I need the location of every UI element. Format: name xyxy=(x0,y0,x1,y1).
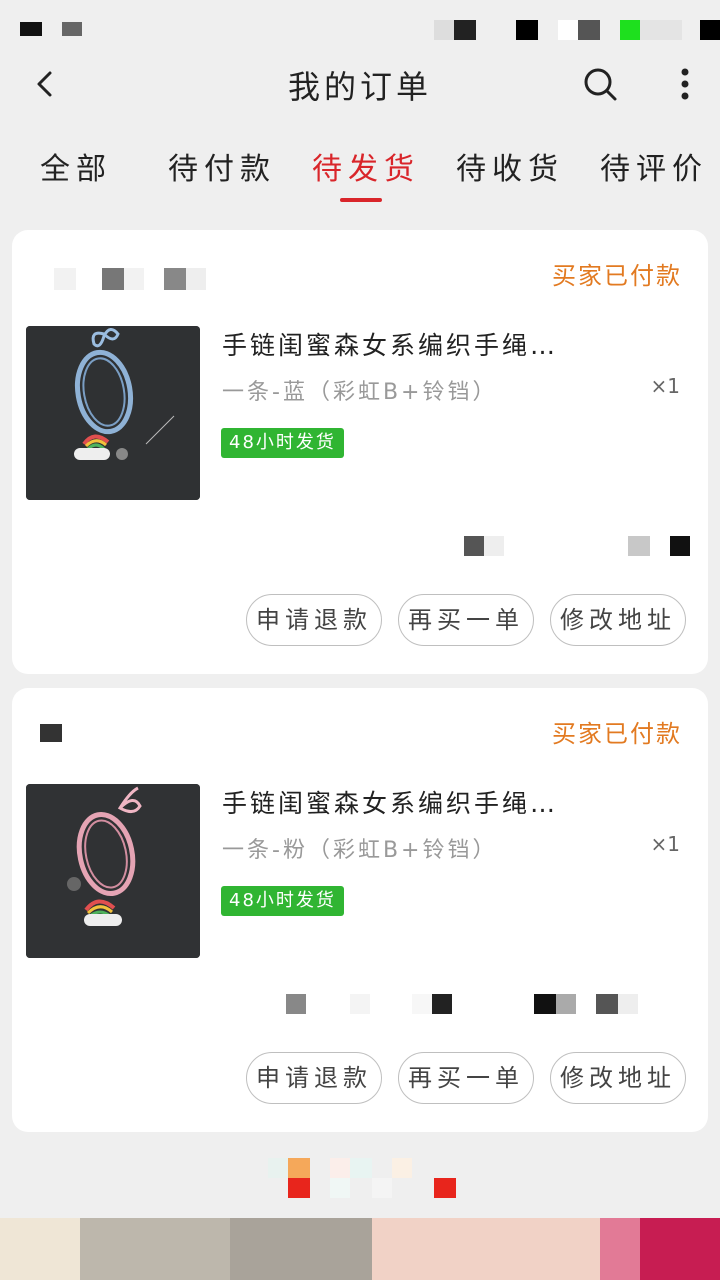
pixel xyxy=(640,1218,720,1280)
pixel xyxy=(618,994,638,1014)
product-variant: 一条-蓝（彩虹B+铃铛） xyxy=(222,380,498,405)
pixel xyxy=(372,1178,392,1198)
product-thumbnail[interactable] xyxy=(26,326,200,500)
pixel xyxy=(288,1178,310,1198)
tab-pending-review[interactable]: 待评价 xyxy=(600,144,708,188)
pixel xyxy=(412,994,432,1014)
buy-again-button[interactable]: 再买一单 xyxy=(398,1052,534,1104)
pixel xyxy=(596,994,618,1014)
status-pixel xyxy=(700,20,720,40)
product-thumbnail[interactable] xyxy=(26,784,200,958)
tab-pending-payment[interactable]: 待付款 xyxy=(168,144,276,188)
recommendation-header-pixelated xyxy=(0,1150,720,1210)
pixel xyxy=(268,1158,288,1178)
pixel xyxy=(350,1158,372,1178)
shipping-badge: 48小时发货 xyxy=(221,428,344,458)
pixel xyxy=(392,1158,412,1178)
pixel xyxy=(288,1158,310,1178)
pixel xyxy=(330,1158,350,1178)
pixel xyxy=(600,1218,640,1280)
status-pixel xyxy=(516,20,538,40)
status-pixel xyxy=(640,20,682,40)
pixel xyxy=(330,1178,350,1198)
buy-again-button[interactable]: 再买一单 xyxy=(398,594,534,646)
change-address-button[interactable]: 修改地址 xyxy=(550,594,686,646)
order-card: 买家已付款 手链闺蜜森女系编织手绳… 一条-蓝（彩虹B+铃铛） ×1 48小时发… xyxy=(12,230,708,674)
order-status: 买家已付款 xyxy=(552,720,682,748)
active-tab-indicator xyxy=(340,198,382,202)
change-address-button[interactable]: 修改地址 xyxy=(550,1052,686,1104)
pixel xyxy=(670,536,690,556)
order-status: 买家已付款 xyxy=(552,262,682,290)
apply-refund-button[interactable]: 申请退款 xyxy=(246,594,382,646)
product-quantity: ×1 xyxy=(650,374,680,398)
status-bar xyxy=(0,0,720,58)
pixel xyxy=(186,268,206,290)
price-pixelated xyxy=(448,536,708,558)
status-pixel xyxy=(620,20,640,40)
status-pixel xyxy=(454,20,476,40)
pixel xyxy=(534,994,556,1014)
pixel xyxy=(164,268,186,290)
status-pixel xyxy=(62,22,82,36)
tab-pending-shipment[interactable]: 待发货 xyxy=(312,144,420,188)
status-pixel xyxy=(578,20,600,40)
pixel xyxy=(434,1178,456,1198)
product-title[interactable]: 手链闺蜜森女系编织手绳… xyxy=(222,326,558,362)
pixel xyxy=(484,536,504,556)
product-title[interactable]: 手链闺蜜森女系编织手绳… xyxy=(222,784,558,820)
order-tabs: 全部 待付款 待发货 待收货 待评价 xyxy=(0,130,720,206)
pixel xyxy=(40,724,62,742)
pixel xyxy=(464,536,484,556)
pixel xyxy=(628,536,650,556)
pixel xyxy=(124,268,144,290)
tab-pending-receipt[interactable]: 待收货 xyxy=(456,144,564,188)
pixel xyxy=(556,994,576,1014)
pixel xyxy=(102,268,124,290)
app-header: 我的订单 xyxy=(0,58,720,110)
price-pixelated xyxy=(276,994,708,1016)
tab-all[interactable]: 全部 xyxy=(40,144,112,188)
status-pixel xyxy=(20,22,42,36)
order-card: 买家已付款 手链闺蜜森女系编织手绳… 一条-粉（彩虹B+铃铛） ×1 48小时发… xyxy=(12,688,708,1132)
product-quantity: ×1 xyxy=(650,832,680,856)
pixel xyxy=(0,1218,80,1280)
recommendation-banner-pixelated[interactable] xyxy=(0,1218,720,1280)
status-pixel xyxy=(434,20,454,40)
pixel xyxy=(80,1218,230,1280)
shop-name-pixelated xyxy=(32,720,292,746)
back-icon[interactable] xyxy=(30,68,62,100)
product-variant: 一条-粉（彩虹B+铃铛） xyxy=(222,838,498,863)
pixel xyxy=(54,268,76,290)
more-vertical-icon[interactable] xyxy=(668,64,702,104)
pixel xyxy=(372,1218,600,1280)
pixel xyxy=(230,1218,372,1280)
shop-name-pixelated xyxy=(32,262,292,290)
shipping-badge: 48小时发货 xyxy=(221,886,344,916)
search-icon[interactable] xyxy=(580,64,620,104)
apply-refund-button[interactable]: 申请退款 xyxy=(246,1052,382,1104)
pixel xyxy=(432,994,452,1014)
pixel xyxy=(350,994,370,1014)
status-pixel xyxy=(558,20,578,40)
pixel xyxy=(286,994,306,1014)
